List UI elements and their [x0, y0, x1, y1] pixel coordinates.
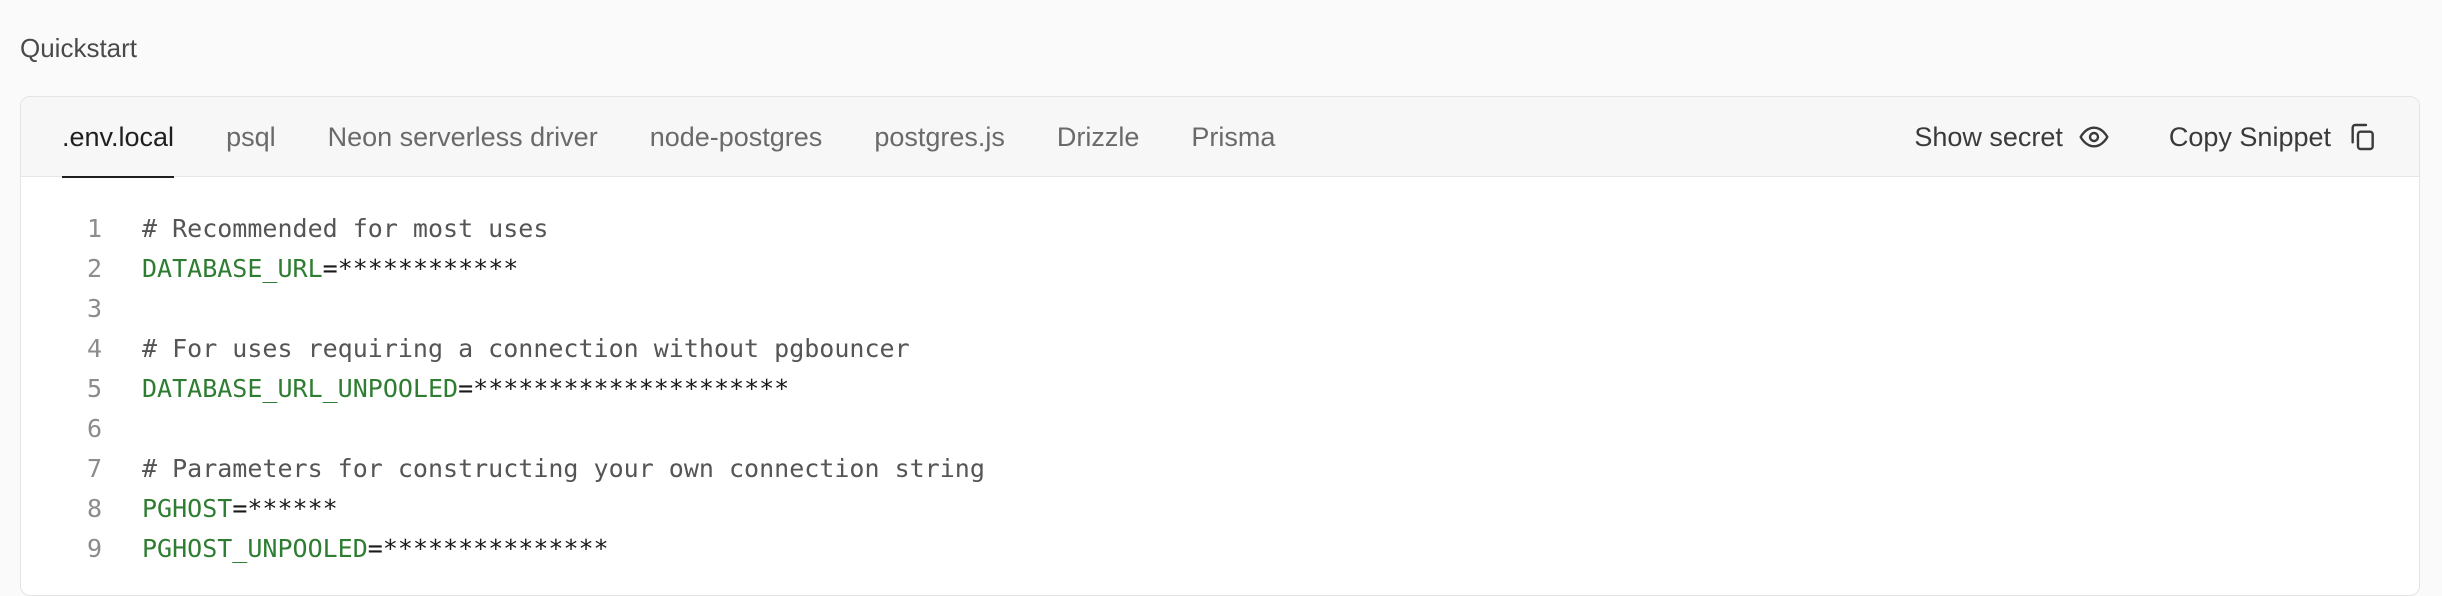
line-number: 9 [86, 534, 102, 563]
code-block[interactable]: 1 # Recommended for most uses 2 DATABASE_UR… [21, 209, 985, 569]
tab-env-local[interactable]: .env.local [62, 97, 175, 178]
env-var-name: PGHOST [142, 494, 233, 523]
equals-sign: = [458, 374, 474, 403]
eye-icon [2077, 120, 2111, 154]
code-comment: # Parameters for constructing your own c… [142, 454, 985, 483]
line-number: 1 [86, 214, 102, 243]
section-title: Quickstart [20, 33, 138, 63]
line-number: 6 [86, 414, 102, 443]
line-content: PGHOST=****** [142, 489, 338, 529]
line-number: 4 [86, 334, 102, 363]
copy-snippet-button[interactable]: Copy Snippet [2169, 120, 2379, 154]
code-snippet-panel: .env.local psql Neon serverless driver n… [20, 96, 2420, 596]
tab-node-postgres[interactable]: node-postgres [650, 97, 823, 177]
tab-postgres-js[interactable]: postgres.js [874, 97, 1005, 177]
line-content: # For uses requiring a connection withou… [142, 329, 910, 369]
line-content: DATABASE_URL_UNPOOLED=******************… [142, 369, 789, 409]
equals-sign: = [232, 494, 248, 523]
code-line: 9 PGHOST_UNPOOLED=*************** [21, 529, 985, 569]
code-line: 3 [21, 289, 985, 329]
code-line: 6 [21, 409, 985, 449]
line-number: 3 [86, 294, 102, 323]
copy-snippet-label: Copy Snippet [2168, 121, 2331, 152]
tab-neon-serverless-driver[interactable]: Neon serverless driver [328, 97, 598, 177]
line-content: # Recommended for most uses [142, 209, 548, 249]
tab-drizzle[interactable]: Drizzle [1057, 97, 1140, 177]
code-line: 4 # For uses requiring a connection witho… [21, 329, 985, 369]
masked-secret-value: *************** [382, 534, 609, 563]
masked-secret-value: ****** [247, 494, 338, 523]
line-number: 2 [86, 254, 102, 283]
masked-secret-value: ************ [337, 254, 519, 283]
code-line: 7 # Parameters for constructing your own … [21, 449, 985, 489]
show-secret-button[interactable]: Show secret [1914, 120, 2111, 154]
env-var-name: PGHOST_UNPOOLED [142, 534, 368, 563]
code-line: 1 # Recommended for most uses [21, 209, 985, 249]
env-var-name: DATABASE_URL_UNPOOLED [142, 374, 459, 403]
line-content: # Parameters for constructing your own c… [142, 449, 985, 489]
tab-psql[interactable]: psql [226, 97, 276, 177]
code-comment: # For uses requiring a connection withou… [142, 334, 910, 363]
masked-secret-value: ********************* [473, 374, 790, 403]
line-content: DATABASE_URL=************ [142, 249, 518, 289]
equals-sign: = [322, 254, 338, 283]
show-secret-label: Show secret [1914, 121, 2063, 152]
code-line: 8 PGHOST=****** [21, 489, 985, 529]
env-var-name: DATABASE_URL [142, 254, 323, 283]
line-number: 8 [86, 494, 102, 523]
line-number: 5 [86, 374, 102, 403]
code-line: 2 DATABASE_URL=************ [21, 249, 985, 289]
code-line: 5 DATABASE_URL_UNPOOLED=*****************… [21, 369, 985, 409]
snippet-actions: Show secret Copy Snippet [1914, 97, 2379, 177]
line-content: PGHOST_UNPOOLED=*************** [142, 529, 609, 569]
equals-sign: = [367, 534, 383, 563]
copy-icon [2345, 120, 2379, 154]
tab-bar: .env.local psql Neon serverless driver n… [21, 97, 2419, 178]
line-number: 7 [86, 454, 102, 483]
code-comment: # Recommended for most uses [142, 214, 549, 243]
tab-list: .env.local psql Neon serverless driver n… [62, 97, 1327, 178]
tab-prisma[interactable]: Prisma [1191, 97, 1275, 177]
